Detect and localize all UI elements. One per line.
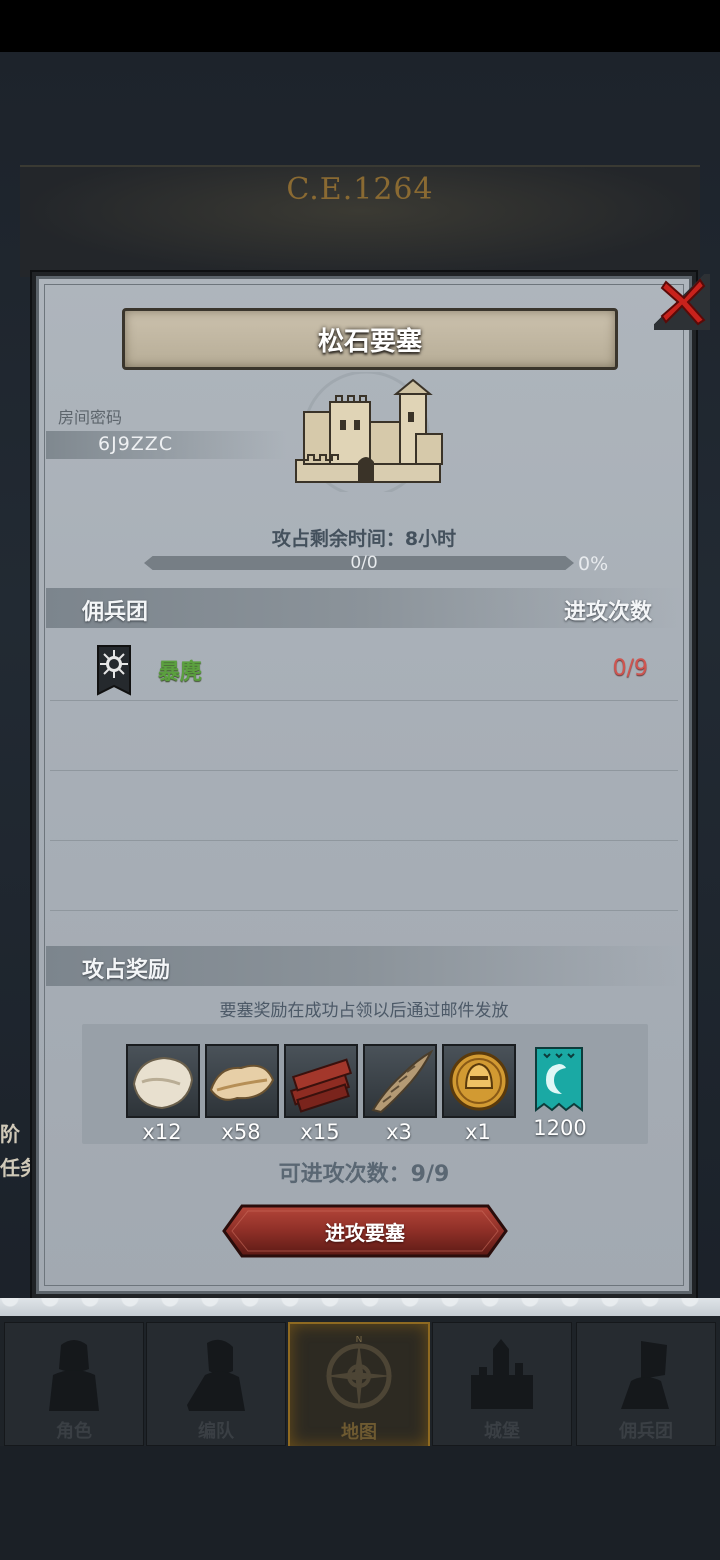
guild-column-header: 佣兵团 <box>82 600 149 625</box>
reward-item[interactable]: x3 <box>363 1044 437 1144</box>
guild-banner-icon <box>535 1047 583 1112</box>
tab-character[interactable]: 角色 <box>4 1322 144 1446</box>
fortress-dialog: 松石要塞 房间密码 6J9ZZC 攻占剩余时间：8小时 0/0 0% 佣兵团 进… <box>32 272 710 1298</box>
reward-qty: 1200 <box>533 1116 587 1140</box>
hide-icon <box>209 1064 275 1101</box>
capture-time-remaining: 攻占剩余时间：8小时 <box>271 528 457 550</box>
close-icon[interactable] <box>658 276 708 326</box>
reward-item[interactable]: x58 <box>205 1044 279 1144</box>
row-divider <box>50 700 678 701</box>
svg-text:N: N <box>356 1336 363 1345</box>
era-year: C.E.1264 <box>286 172 434 207</box>
reward-qty: x12 <box>142 1120 182 1144</box>
reward-item[interactable]: x15 <box>284 1044 358 1144</box>
fur-icon <box>132 1056 194 1110</box>
tab-label: 城堡 <box>484 1421 520 1442</box>
horn-icon <box>371 1049 434 1114</box>
gold-helmet-coin-icon <box>449 1051 509 1111</box>
attack-button-label: 进攻要塞 <box>325 1220 405 1245</box>
fortress-title: 松石要塞 <box>317 326 422 357</box>
tab-mercenary[interactable]: 佣兵团 <box>576 1322 716 1446</box>
reward-note: 要塞奖励在成功占领以后通过邮件发放 <box>219 1001 509 1021</box>
formation-icon <box>187 1339 245 1411</box>
rewards-header: 攻占奖励 <box>82 958 171 983</box>
compass-icon: N <box>325 1336 393 1410</box>
reward-item[interactable]: x12 <box>126 1044 200 1144</box>
reward-qty: x58 <box>221 1120 261 1144</box>
reward-item[interactable]: 1200 <box>524 1044 596 1140</box>
reward-item[interactable]: x1 <box>442 1044 516 1144</box>
bg-side-text-1: 阶 <box>0 1122 20 1146</box>
attacks-remaining: 可进攻次数：9/9 <box>278 1162 450 1187</box>
tab-label: 角色 <box>56 1421 92 1442</box>
guild-attack-count: 0/9 <box>612 656 648 681</box>
reward-qty: x1 <box>465 1120 491 1144</box>
reward-qty: x15 <box>300 1120 340 1144</box>
bottom-bar <box>0 1446 720 1560</box>
title-banner: 松石要塞 <box>122 308 618 370</box>
guild-banner-icon <box>97 645 131 696</box>
tab-formation[interactable]: 编队 <box>146 1322 286 1446</box>
knight-icon <box>49 1340 99 1411</box>
status-bar <box>0 0 720 52</box>
tab-label: 佣兵团 <box>619 1421 673 1442</box>
wood-planks-icon <box>289 1058 353 1113</box>
fortress-castle-icon <box>295 372 443 492</box>
castle-icon <box>471 1339 533 1409</box>
attack-fortress-button[interactable]: 进攻要塞 <box>222 1204 508 1258</box>
attack-count-column-header: 进攻次数 <box>563 600 652 625</box>
tab-map[interactable]: N 地图 <box>288 1322 430 1448</box>
capture-progress-percent: 0% <box>578 553 609 575</box>
room-code-value[interactable]: 6J9ZZC <box>98 433 173 455</box>
row-divider <box>50 770 678 771</box>
snow-edge <box>0 1298 720 1316</box>
row-divider <box>50 840 678 841</box>
mercenary-icon <box>621 1341 669 1409</box>
room-code-label: 房间密码 <box>58 408 123 427</box>
reward-qty: x3 <box>386 1120 412 1144</box>
tab-label: 编队 <box>198 1421 234 1442</box>
guild-name[interactable]: 暴麂 <box>158 654 202 686</box>
tab-label: 地图 <box>341 1422 377 1443</box>
tab-castle[interactable]: 城堡 <box>432 1322 572 1446</box>
close-button[interactable] <box>654 274 710 330</box>
row-divider <box>50 910 678 911</box>
